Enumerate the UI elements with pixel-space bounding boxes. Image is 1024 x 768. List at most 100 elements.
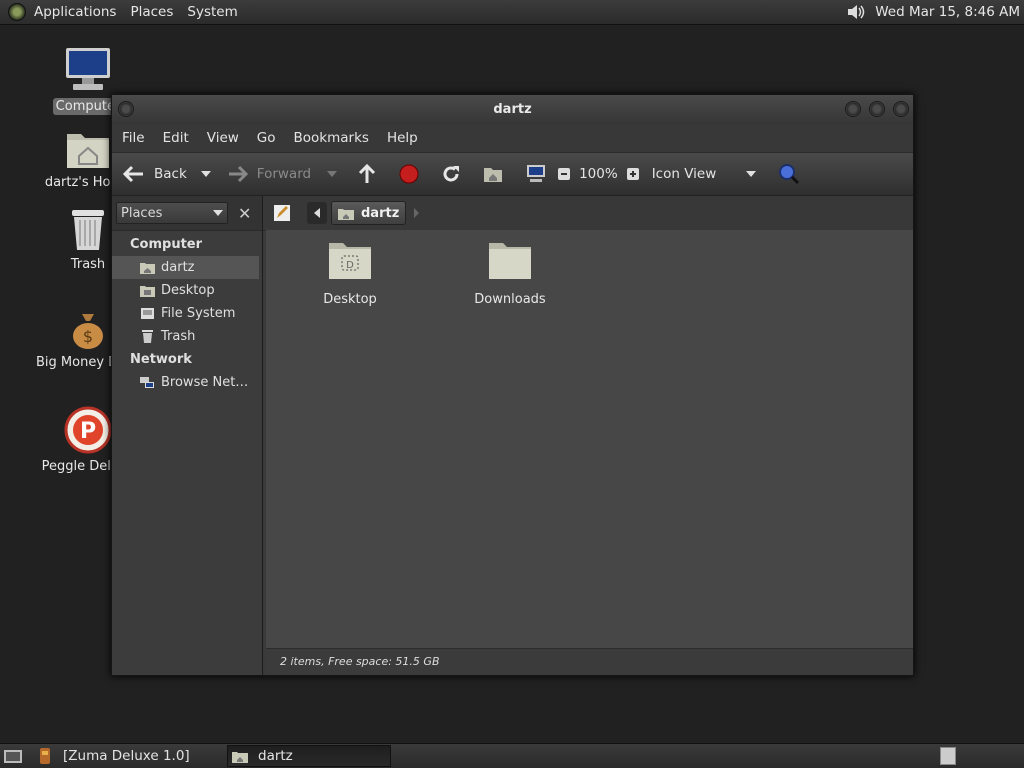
menu-edit[interactable]: Edit <box>163 130 189 146</box>
sidebar-item-label: File System <box>161 306 236 321</box>
sidebar-item-browse-network[interactable]: Browse Net… <box>112 371 262 394</box>
zuma-app-icon <box>40 748 50 764</box>
path-button-label: dartz <box>361 205 400 221</box>
minimize-button[interactable] <box>845 101 861 117</box>
stop-icon[interactable] <box>399 164 419 184</box>
back-button[interactable]: Back <box>122 164 187 184</box>
up-arrow-icon[interactable] <box>357 163 377 185</box>
back-label: Back <box>154 166 187 182</box>
zoom-out-icon[interactable] <box>557 167 571 181</box>
svg-text:P: P <box>80 419 96 444</box>
svg-text:$: $ <box>83 327 93 346</box>
home-folder-icon <box>67 134 109 168</box>
desktop-icon-label: Trash <box>70 257 106 272</box>
sidebar-item-desktop[interactable]: Desktop <box>112 279 262 302</box>
sidebar-item-dartz[interactable]: dartz <box>112 256 259 279</box>
task-zuma[interactable]: [Zuma Deluxe 1.0] <box>37 745 197 767</box>
sidebar-item-label: Trash <box>161 329 196 344</box>
toolbar: Back Forward 100% Icon View <box>112 152 913 196</box>
menu-help[interactable]: Help <box>387 130 418 146</box>
bottom-panel: [Zuma Deluxe 1.0] dartz <box>0 743 1024 768</box>
workspace-switcher[interactable] <box>940 747 956 765</box>
file-item-desktop[interactable]: D Desktop <box>295 240 405 307</box>
trash-icon <box>72 210 104 250</box>
file-item-label: Downloads <box>474 292 546 307</box>
sidebar-heading-computer: Computer <box>130 237 203 252</box>
location-bar: dartz <box>263 196 913 231</box>
sidebar-item-label: dartz <box>161 260 195 275</box>
clock[interactable]: Wed Mar 15, 8:46 AM <box>875 4 1020 20</box>
back-arrow-icon <box>122 165 143 183</box>
path-button-dartz[interactable]: dartz <box>331 201 407 225</box>
system-menu[interactable]: System <box>187 4 237 20</box>
desktop-icon <box>140 286 155 297</box>
search-icon[interactable] <box>778 163 800 185</box>
view-mode-label: Icon View <box>651 166 717 182</box>
menu-bookmarks[interactable]: Bookmarks <box>294 130 369 146</box>
folder-icon <box>489 243 531 279</box>
computer-icon[interactable] <box>525 164 547 184</box>
window-title: dartz <box>493 102 532 117</box>
zoom-level[interactable]: 100% <box>579 166 618 182</box>
file-manager-window: dartz File Edit View Go Bookmarks Help B… <box>111 94 914 676</box>
sidebar-type-label: Places <box>121 205 163 221</box>
edit-location-icon[interactable] <box>273 204 291 222</box>
folder-home-icon <box>232 751 248 763</box>
menu-go[interactable]: Go <box>257 130 276 146</box>
task-dartz[interactable]: dartz <box>227 745 391 767</box>
path-back-button[interactable] <box>307 202 327 224</box>
back-history-dropdown[interactable] <box>200 171 211 177</box>
close-sidebar-icon[interactable]: ✕ <box>238 204 251 223</box>
show-desktop-icon[interactable] <box>3 748 23 764</box>
places-menu[interactable]: Places <box>130 4 173 20</box>
sidebar-item-trash[interactable]: Trash <box>112 325 262 348</box>
sidebar-item-label: Browse Net… <box>161 375 249 390</box>
forward-history-dropdown[interactable] <box>327 171 338 177</box>
applications-menu[interactable]: Applications <box>34 4 116 20</box>
path-forward-icon[interactable] <box>414 208 420 218</box>
file-item-label: Desktop <box>323 292 377 307</box>
home-icon[interactable] <box>483 165 503 183</box>
status-bar: 2 items, Free space: 51.5 GB <box>266 648 913 675</box>
reload-icon[interactable] <box>441 164 461 184</box>
gnome-foot-icon[interactable] <box>8 3 26 21</box>
sidebar-item-label: Desktop <box>161 283 215 298</box>
svg-text:D: D <box>346 260 354 271</box>
peggle-icon: P <box>64 406 112 454</box>
file-view[interactable]: D Desktop Downloads <box>266 230 913 649</box>
task-label: dartz <box>258 748 293 764</box>
sidebar-header: Places ✕ <box>112 196 262 231</box>
chevron-left-icon <box>314 208 320 218</box>
drive-icon <box>141 308 154 319</box>
sidebar: Places ✕ Computer dartz Desktop File Sys… <box>112 196 263 675</box>
trash-icon <box>142 330 153 343</box>
window-menu-button[interactable] <box>118 101 134 117</box>
home-icon <box>338 208 354 220</box>
sidebar-type-select[interactable]: Places <box>116 202 228 224</box>
network-icon <box>140 377 154 388</box>
menu-view[interactable]: View <box>207 130 239 146</box>
task-label: [Zuma Deluxe 1.0] <box>63 748 190 764</box>
menu-file[interactable]: File <box>122 130 145 146</box>
speaker-icon[interactable] <box>845 2 867 22</box>
forward-label: Forward <box>256 166 312 182</box>
top-panel: Applications Places System Wed Mar 15, 8… <box>0 0 1024 25</box>
computer-icon <box>66 48 110 90</box>
menubar: File Edit View Go Bookmarks Help <box>112 124 913 152</box>
system-tray: Wed Mar 15, 8:46 AM <box>845 2 1024 22</box>
window-titlebar[interactable]: dartz <box>112 95 913 124</box>
chevron-down-icon <box>745 171 756 177</box>
chevron-down-icon <box>213 210 223 216</box>
view-mode-select[interactable]: Icon View <box>652 166 756 182</box>
file-item-downloads[interactable]: Downloads <box>455 240 565 307</box>
desktop-folder-icon: D <box>329 243 371 279</box>
forward-arrow-icon <box>228 165 248 183</box>
zoom-in-icon[interactable] <box>626 167 640 181</box>
money-bag-icon: $ <box>73 314 103 349</box>
sidebar-heading-network: Network <box>130 352 192 367</box>
forward-button[interactable]: Forward <box>227 164 311 184</box>
close-button[interactable] <box>893 101 909 117</box>
sidebar-item-file-system[interactable]: File System <box>112 302 262 325</box>
maximize-button[interactable] <box>869 101 885 117</box>
home-icon <box>140 263 155 274</box>
